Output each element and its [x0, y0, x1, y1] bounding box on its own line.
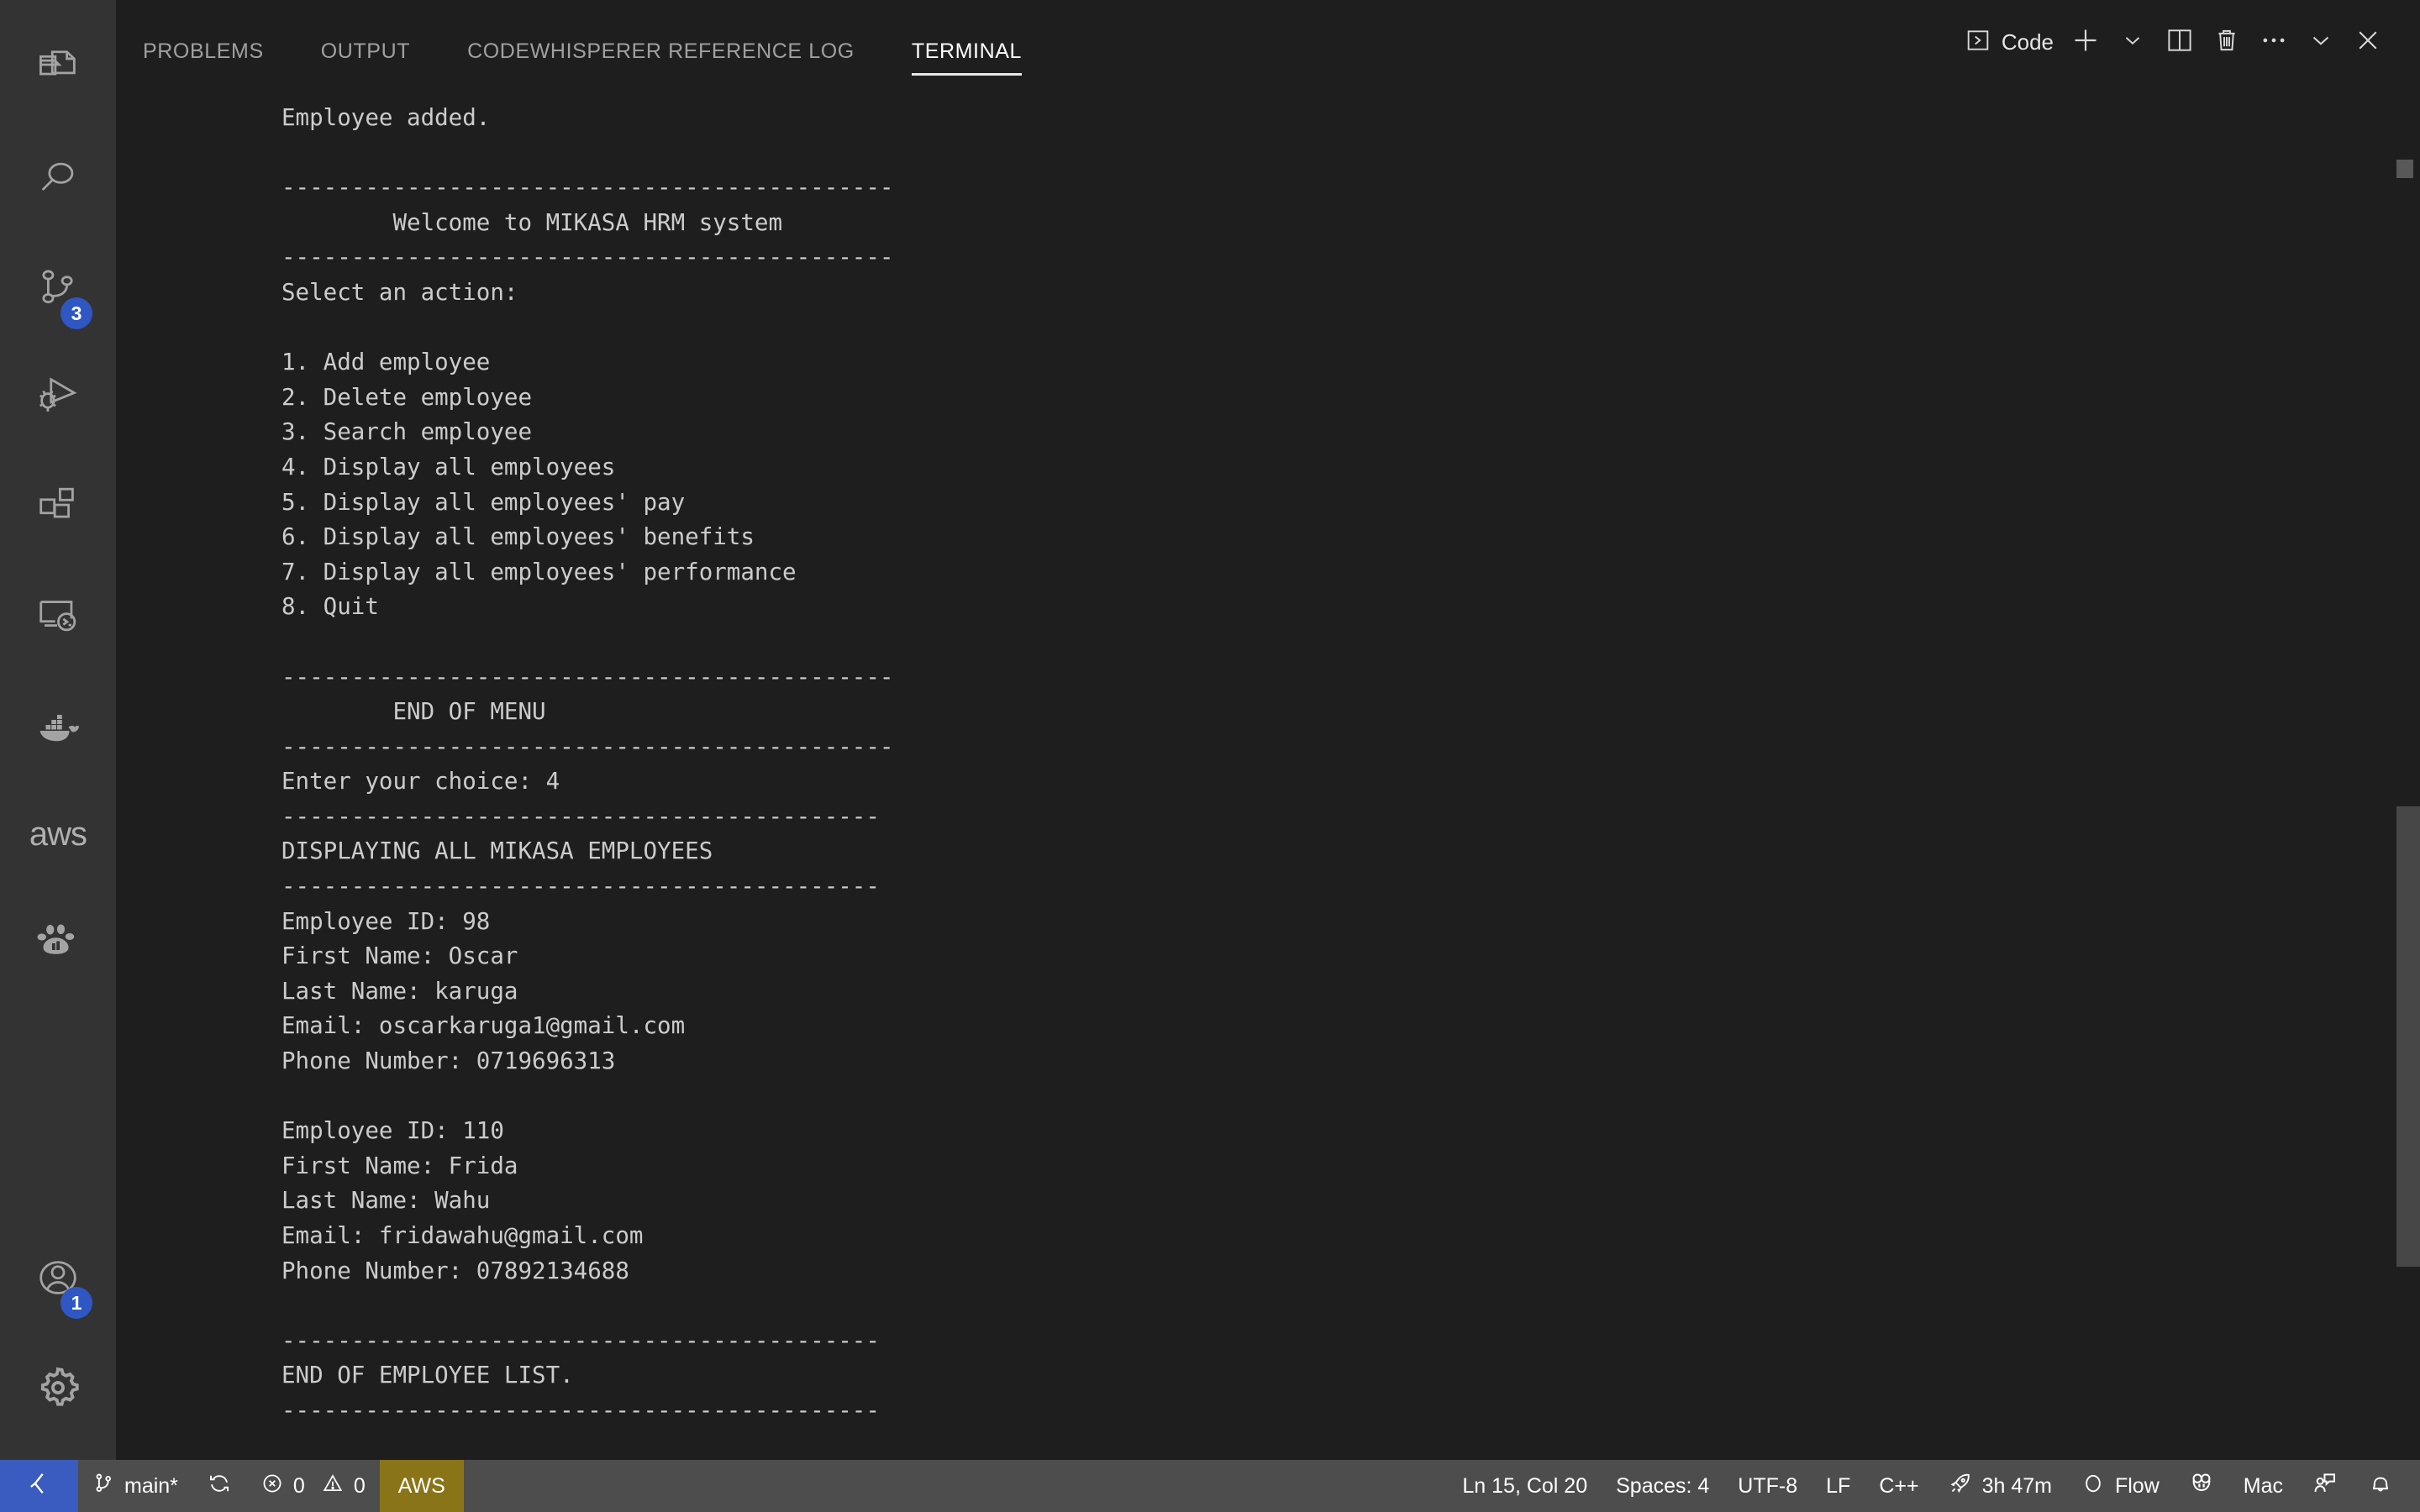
- sidebar-item-run-debug[interactable]: [0, 343, 116, 452]
- aws-logo: aws: [29, 816, 87, 853]
- trash-icon: [2212, 25, 2242, 60]
- activity-bar-top-group: 3 aws: [0, 0, 116, 998]
- bell-icon: [2367, 1470, 2394, 1503]
- paw-print-icon: [33, 918, 83, 969]
- terminal-scrollbar[interactable]: [2396, 82, 2420, 1460]
- status-flow-label: Flow: [2114, 1473, 2160, 1498]
- status-cursor-position-label: Ln 15, Col 20: [1462, 1473, 1588, 1498]
- status-problems[interactable]: 0 0: [246, 1460, 380, 1512]
- status-branch-label: main*: [124, 1473, 178, 1498]
- remote-window-icon: [24, 1468, 55, 1504]
- status-encoding-label: UTF-8: [1738, 1473, 1798, 1498]
- terminal-scrollbar-thumb[interactable]: [2396, 806, 2420, 1267]
- status-remote-button[interactable]: [0, 1460, 78, 1512]
- panel-tab-list: PROBLEMS OUTPUT CODEWHISPERER REFERENCE …: [143, 0, 1079, 82]
- panel-header: PROBLEMS OUTPUT CODEWHISPERER REFERENCE …: [116, 0, 2420, 82]
- ellipsis-icon: [2258, 24, 2290, 60]
- panel-action-bar: Code: [1961, 18, 2391, 66]
- sidebar-item-remote-explorer[interactable]: [0, 561, 116, 670]
- chevron-down-icon: [2120, 28, 2145, 57]
- new-terminal-button[interactable]: [2062, 18, 2109, 66]
- status-eol-label: LF: [1826, 1473, 1851, 1498]
- account-feedback-icon: [2312, 1470, 2338, 1503]
- terminal-overview-marker: [2396, 160, 2413, 178]
- terminal-shell-label: Code: [2001, 29, 2054, 55]
- sidebar-item-settings[interactable]: [0, 1332, 116, 1441]
- sidebar-item-baidu-comate[interactable]: [0, 889, 116, 998]
- status-wakatime[interactable]: 3h 47m: [1933, 1460, 2066, 1512]
- terminal-chevron-icon: [1965, 27, 1991, 58]
- status-sync-button[interactable]: [192, 1460, 246, 1512]
- status-branch[interactable]: main*: [78, 1460, 192, 1512]
- status-notifications-button[interactable]: [2353, 1460, 2408, 1512]
- activity-bar: 3 aws 1: [0, 0, 116, 1460]
- status-warnings-count: 0: [353, 1473, 366, 1498]
- search-icon: [34, 155, 82, 203]
- rocket-icon: [1948, 1471, 1973, 1502]
- status-flow[interactable]: Flow: [2066, 1460, 2174, 1512]
- status-feedback-button[interactable]: [2297, 1460, 2353, 1512]
- tab-output[interactable]: OUTPUT: [321, 39, 410, 82]
- remote-explorer-icon: [34, 591, 82, 640]
- split-terminal-button[interactable]: [2156, 18, 2203, 66]
- source-control-branch-icon: [92, 1472, 115, 1500]
- sidebar-item-extensions[interactable]: [0, 452, 116, 561]
- split-editor-icon: [2165, 25, 2195, 60]
- plus-icon: [2069, 24, 2102, 61]
- close-icon: [2353, 25, 2383, 60]
- activity-bar-bottom-group: 1: [0, 1223, 116, 1460]
- status-aws-label: AWS: [397, 1473, 445, 1498]
- status-aws[interactable]: AWS: [379, 1460, 464, 1512]
- status-language-label: C++: [1879, 1473, 1919, 1498]
- sync-icon: [207, 1471, 232, 1502]
- tab-terminal[interactable]: TERMINAL: [911, 39, 1023, 82]
- hide-panel-button[interactable]: [2297, 18, 2344, 66]
- terminal-output: Employee added. ------------------------…: [281, 104, 894, 1424]
- vscode-window: 3 aws 1 PROBLEMS OUTPUT CODEWHISPERER RE…: [0, 0, 2420, 1512]
- run-and-debug-icon: [34, 373, 82, 422]
- docker-whale-icon: [33, 700, 83, 750]
- status-language-mode[interactable]: C++: [1865, 1460, 1933, 1512]
- status-bar-right-group: Ln 15, Col 20 Spaces: 4 UTF-8 LF C++ 3h …: [1448, 1460, 2420, 1512]
- sidebar-item-aws-toolkit[interactable]: aws: [0, 780, 116, 889]
- sidebar-item-source-control[interactable]: 3: [0, 234, 116, 343]
- status-cursor-position[interactable]: Ln 15, Col 20: [1448, 1460, 1602, 1512]
- workbench-body: 3 aws 1 PROBLEMS OUTPUT CODEWHISPERER RE…: [0, 0, 2420, 1460]
- tab-codewhisperer-reference-log[interactable]: CODEWHISPERER REFERENCE LOG: [467, 39, 855, 82]
- new-terminal-dropdown-button[interactable]: [2109, 18, 2156, 66]
- status-platform[interactable]: Mac: [2229, 1460, 2297, 1512]
- extensions-icon: [34, 482, 82, 531]
- status-eol[interactable]: LF: [1812, 1460, 1865, 1512]
- status-wakatime-label: 3h 47m: [1981, 1473, 2052, 1498]
- warning-triangle-icon: [321, 1472, 345, 1501]
- close-panel-button[interactable]: [2344, 18, 2391, 66]
- status-platform-label: Mac: [2243, 1473, 2283, 1498]
- terminal-panel: PROBLEMS OUTPUT CODEWHISPERER REFERENCE …: [116, 0, 2420, 1460]
- chevron-down-icon: [2307, 26, 2335, 59]
- source-control-badge: 3: [60, 297, 92, 329]
- accounts-badge: 1: [60, 1287, 92, 1319]
- status-encoding[interactable]: UTF-8: [1723, 1460, 1812, 1512]
- gear-icon: [34, 1362, 82, 1411]
- terminal-shell-selector[interactable]: Code: [1961, 27, 2062, 58]
- status-codewhisperer[interactable]: [2174, 1460, 2229, 1512]
- status-indentation[interactable]: Spaces: 4: [1602, 1460, 1723, 1512]
- sidebar-item-docker[interactable]: [0, 670, 116, 780]
- error-circle-icon: [260, 1472, 284, 1501]
- circle-icon: [2081, 1471, 2106, 1502]
- status-bar: main* 0 0 AWS Ln 15, Col 20 Spaces: 4 UT…: [0, 1460, 2420, 1512]
- sidebar-item-search[interactable]: [0, 124, 116, 234]
- files-icon: [34, 45, 82, 94]
- codewhisperer-icon: [2188, 1470, 2215, 1503]
- sidebar-item-explorer[interactable]: [0, 15, 116, 124]
- panel-more-actions-button[interactable]: [2250, 18, 2297, 66]
- tab-problems[interactable]: PROBLEMS: [143, 39, 264, 82]
- status-indentation-label: Spaces: 4: [1616, 1473, 1710, 1498]
- status-errors-count: 0: [292, 1473, 305, 1498]
- terminal-viewport[interactable]: Employee added. ------------------------…: [116, 82, 2420, 1460]
- kill-terminal-button[interactable]: [2203, 18, 2250, 66]
- sidebar-item-accounts[interactable]: 1: [0, 1223, 116, 1332]
